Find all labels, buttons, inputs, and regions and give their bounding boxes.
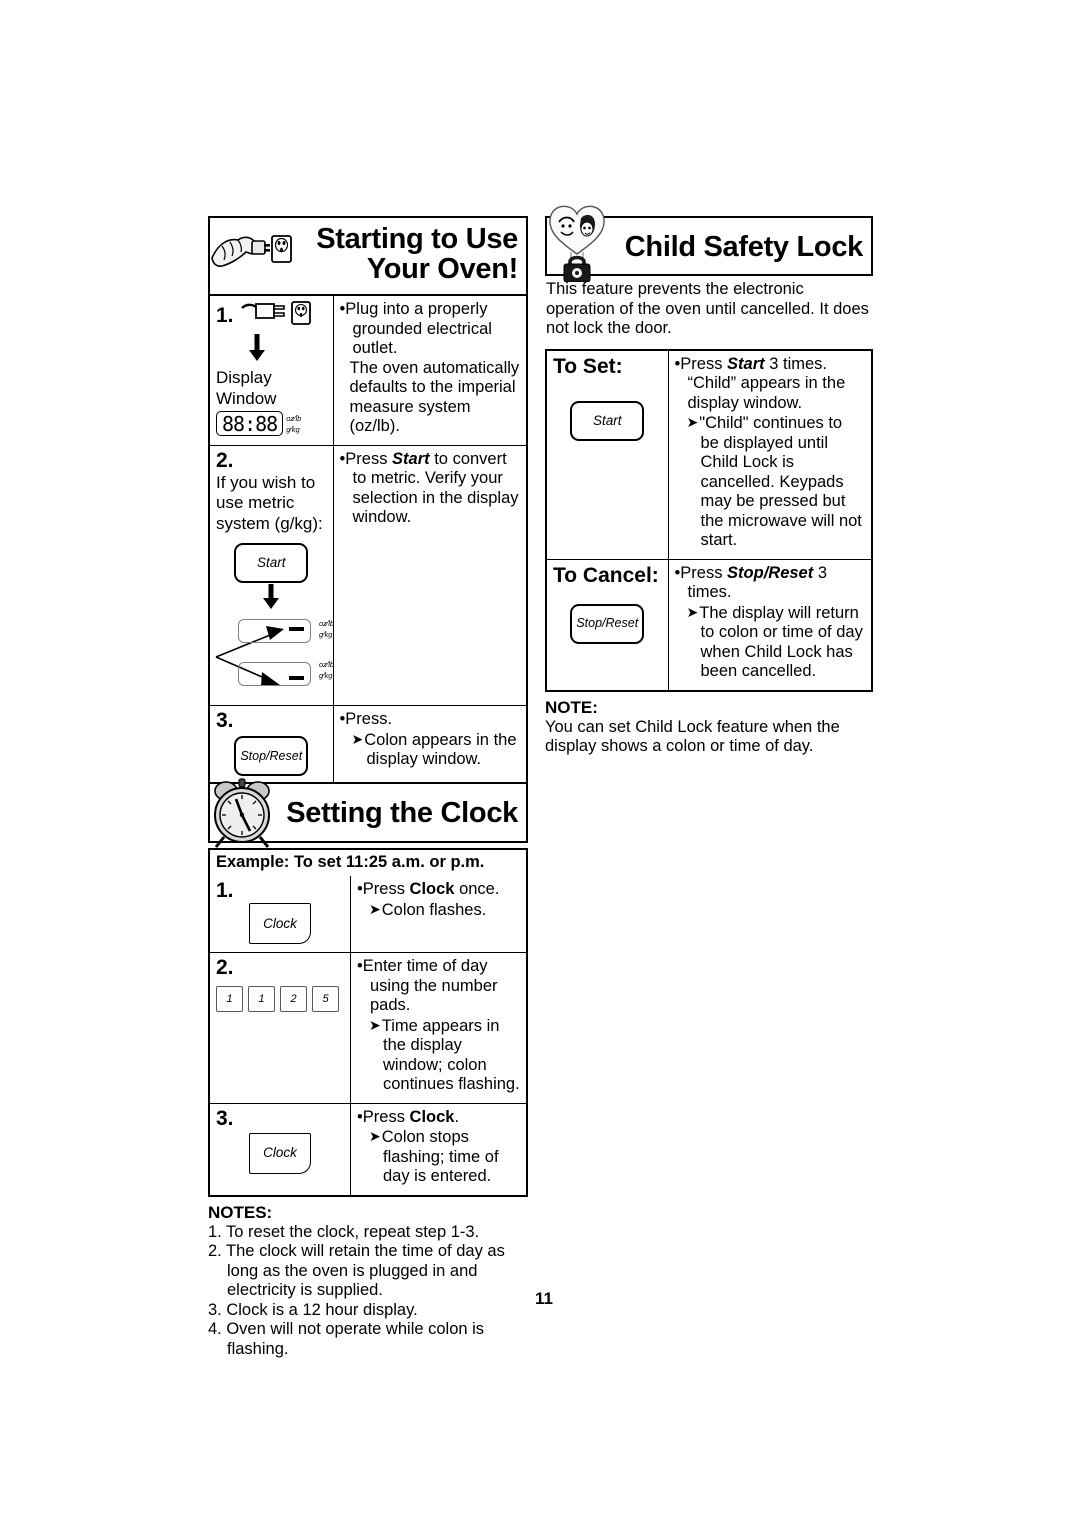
stop-reset-button[interactable]: Stop/Reset [234, 736, 309, 776]
display-window-label: Display Window [216, 368, 277, 408]
number-pad-row: 1 1 2 5 [216, 986, 344, 1012]
step-3-number: 3. [216, 709, 234, 732]
table-row: 2. If you wish to use metric system (g/k… [209, 444, 527, 706]
step-1-left-cell: 1. Display Window 88:88 oz⁄lb g⁄kg [209, 296, 334, 446]
stop-reset-button[interactable]: Stop/Reset [570, 603, 645, 644]
display-imperial [238, 619, 311, 643]
to-set-sub: ➤"Child" continues to be displayed until… [686, 414, 862, 549]
display-metric [238, 662, 311, 686]
clock-step-2-bullet: •Enter time of day using the number pads… [357, 957, 498, 1014]
clock-step-1-right-cell: •Press Clock once. ➤Colon flashes. [350, 876, 527, 953]
unit-metric: g⁄kg [286, 424, 300, 434]
clock-step-2-number: 2. [216, 956, 234, 979]
section-starting-to-use: Starting to Use Your Oven! 1. Display Wi… [208, 216, 528, 786]
to-cancel-bullet: •Press Stop/Reset 3 times. [674, 563, 828, 602]
table-row: 2. 1 1 2 5 •Enter time of day using the … [209, 952, 527, 1104]
clock-notes-header: NOTES: [208, 1202, 273, 1222]
indicator-dash-top [289, 627, 304, 631]
step-2-right-cell: •Press Start to convert to metric. Verif… [332, 444, 527, 706]
setting-the-clock-banner: Setting the Clock [208, 778, 528, 848]
hand-plug-outlet-icon [208, 214, 294, 286]
child-safety-lock-banner: Child Safety Lock [545, 205, 873, 282]
clock-step-3-bullet: •Press Clock. [357, 1107, 460, 1126]
setting-the-clock-table: 1. Clock •Press Clock once. ➤Colon flash… [208, 876, 528, 1197]
table-row: 3. Stop/Reset •Press. ➤Colon appears in … [209, 705, 527, 785]
starting-to-use-banner: Starting to Use Your Oven! [208, 216, 528, 296]
step-2-bullet: •Press Start to convert to metric. Verif… [339, 449, 519, 527]
clock-step-3-number: 3. [216, 1106, 234, 1130]
section-child-safety-lock: Child Safety Lock This feature prevents … [545, 205, 873, 757]
step-3-left-cell: 3. Stop/Reset [209, 705, 334, 785]
clock-step-1-number: 1. [216, 879, 234, 902]
downward-arrow-icon [216, 584, 327, 615]
to-cancel-sub: ➤The display will return to colon or tim… [686, 603, 863, 681]
number-pad-4[interactable]: 5 [312, 986, 339, 1012]
child-safety-lock-intro: This feature prevents the electronic ope… [546, 280, 869, 337]
clock-step-3-right-cell: •Press Clock. ➤Colon stops flashing; tim… [350, 1102, 527, 1196]
to-set-bullet: •Press Start 3 times. “Child” appears in… [674, 354, 846, 412]
unit-indicators-imperial: oz⁄lb g⁄kg [319, 619, 335, 639]
child-lock-note-header: NOTE: [545, 697, 598, 717]
clock-example-bar: Example: To set 11:25 a.m. or p.m. [208, 848, 528, 876]
clock-button[interactable]: Clock [249, 1132, 311, 1174]
to-set-label: To Set: [553, 354, 623, 378]
page-number: 11 [535, 1289, 553, 1308]
clock-step-2-left-cell: 2. 1 1 2 5 [209, 952, 351, 1104]
start-button[interactable]: Start [570, 400, 645, 441]
unit-indicators: oz⁄lb g⁄kg [286, 413, 301, 435]
table-row: 3. Clock •Press Clock. ➤Colon stops flas… [209, 1102, 527, 1196]
indicator-dash-bottom [289, 676, 304, 680]
table-row: To Set: Start •Press Start 3 times. “Chi… [546, 349, 872, 560]
list-item: 4. Oven will not operate while colon is … [208, 1320, 485, 1358]
downward-arrow-icon [216, 334, 327, 367]
start-button[interactable]: Start [234, 543, 309, 583]
manual-page: Starting to Use Your Oven! 1. Display Wi… [208, 205, 880, 1358]
step-2-left-text: If you wish to use metric system (g/kg): [216, 472, 323, 533]
step-1-right-cell: •Plug into a properly grounded electrica… [332, 296, 527, 446]
step-1-bullet: •Plug into a properly grounded electrica… [339, 300, 492, 357]
clock-step-1-left-cell: 1. Clock [209, 876, 351, 953]
step-2-number: 2. [216, 448, 234, 472]
to-set-left-cell: To Set: Start [546, 349, 669, 560]
clock-step-2-sub: ➤Time appears in the display window; col… [369, 1016, 520, 1094]
section-setting-the-clock: Setting the Clock Example: To set 11:25 … [208, 778, 528, 1359]
alarm-clock-icon [206, 775, 276, 848]
plug-outlet-icon [240, 300, 314, 331]
clock-step-2-right-cell: •Enter time of day using the number pads… [350, 952, 527, 1104]
heart-children-padlock-icon [541, 204, 611, 282]
list-item: 1. To reset the clock, repeat step 1-3. [208, 1222, 480, 1241]
step-1-extra: The oven automatically defaults to the i… [349, 358, 520, 436]
step-1-number: 1. [216, 303, 234, 327]
display-value: 88:88 [216, 411, 284, 436]
starting-to-use-steps-table: 1. Display Window 88:88 oz⁄lb g⁄kg •Plug… [208, 296, 528, 786]
to-cancel-right-cell: •Press Stop/Reset 3 times. ➤The display … [667, 558, 872, 691]
table-row: 1. Clock •Press Clock once. ➤Colon flash… [209, 876, 527, 953]
to-cancel-label: To Cancel: [553, 563, 659, 587]
number-pad-3[interactable]: 2 [280, 986, 307, 1012]
step-3-sub: ➤Colon appears in the display window. [351, 730, 517, 769]
to-set-right-cell: •Press Start 3 times. “Child” appears in… [667, 349, 872, 560]
table-row: To Cancel: Stop/Reset •Press Stop/Reset … [546, 558, 872, 691]
number-pad-1[interactable]: 1 [216, 986, 243, 1012]
unit-indicators-metric: oz⁄lb g⁄kg [319, 660, 335, 680]
clock-step-1-sub: ➤Colon flashes. [369, 900, 487, 919]
measure-system-choice-graphic: oz⁄lb g⁄kg oz⁄lb g⁄kg [215, 615, 334, 697]
step-2-left-cell: 2. If you wish to use metric system (g/k… [209, 444, 334, 706]
display-window-graphic: 88:88 oz⁄lb g⁄kg [216, 411, 327, 436]
child-lock-note-body: You can set Child Lock feature when the … [545, 717, 840, 756]
clock-step-1-bullet: •Press Clock once. [357, 880, 500, 898]
number-pad-2[interactable]: 1 [248, 986, 275, 1012]
clock-step-3-sub: ➤Colon stops flashing; time of day is en… [369, 1128, 499, 1185]
table-row: 1. Display Window 88:88 oz⁄lb g⁄kg •Plug… [209, 296, 527, 446]
unit-imperial: oz⁄lb [286, 413, 302, 423]
child-safety-lock-table: To Set: Start •Press Start 3 times. “Chi… [545, 348, 873, 692]
step-3-bullet: •Press. [339, 710, 393, 728]
to-cancel-left-cell: To Cancel: Stop/Reset [546, 558, 669, 691]
clock-step-3-left-cell: 3. Clock [209, 1102, 351, 1196]
step-3-right-cell: •Press. ➤Colon appears in the display wi… [332, 705, 527, 785]
clock-button[interactable]: Clock [249, 903, 311, 944]
